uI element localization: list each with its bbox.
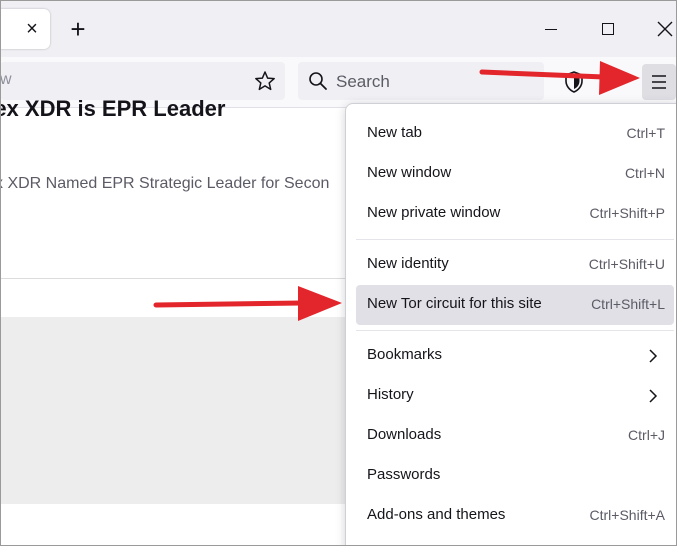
menu-item-label: New tab — [367, 124, 423, 141]
star-icon[interactable] — [254, 70, 276, 92]
menu-item-label: New identity — [367, 255, 449, 272]
menu-item-new-identity[interactable]: New identity Ctrl+Shift+U — [356, 245, 674, 285]
menu-item-history[interactable]: History — [356, 376, 674, 416]
active-tab[interactable]: × — [1, 9, 50, 49]
search-bar[interactable]: Search — [298, 62, 544, 100]
menu-item-new-tor-circuit[interactable]: New Tor circuit for this site Ctrl+Shift… — [356, 285, 674, 325]
url-bar[interactable]: w — [0, 62, 285, 100]
chevron-right-icon — [649, 389, 658, 403]
shield-icon[interactable] — [563, 70, 585, 94]
new-tab-button[interactable]: + — [65, 15, 91, 43]
menu-separator — [356, 330, 674, 331]
url-text: w — [0, 71, 12, 88]
menu-item-shortcut: Ctrl+J — [628, 427, 665, 443]
close-icon[interactable] — [651, 15, 676, 43]
menu-item-shortcut: Ctrl+N — [624, 165, 665, 181]
menu-item-label: New private window — [367, 204, 501, 221]
article-subtitle: x XDR Named EPR Strategic Leader for Sec… — [0, 175, 330, 192]
menu-item-shortcut: Ctrl+Shift+U — [588, 256, 665, 272]
search-icon — [309, 72, 327, 90]
menu-item-new-tab[interactable]: New tab Ctrl+T — [356, 114, 674, 154]
menu-item-bookmarks[interactable]: Bookmarks — [356, 336, 674, 376]
menu-item-label: History — [367, 386, 414, 403]
article-headline[interactable]: tex XDR is EPR Leader — [1, 96, 225, 122]
menu-item-label: Bookmarks — [367, 346, 443, 363]
menu-item-addons-themes[interactable]: Add-ons and themes Ctrl+Shift+A — [356, 496, 674, 536]
maximize-icon[interactable] — [594, 15, 622, 43]
menu-item-shortcut: Ctrl+T — [626, 125, 666, 141]
menu-item-shortcut: Ctrl+Shift+L — [591, 296, 665, 312]
menu-item-label: Add-ons and themes — [367, 506, 506, 523]
chevron-right-icon — [649, 349, 658, 363]
menu-item-label: New window — [367, 164, 452, 181]
hamburger-menu-icon[interactable] — [642, 64, 676, 100]
menu-item-shortcut: Ctrl+Shift+P — [589, 205, 665, 221]
minimize-icon[interactable] — [537, 15, 565, 43]
menu-item-label: Downloads — [367, 426, 442, 443]
browser-window: × + w Search tex XDR is EPR Leader x XDR… — [0, 0, 677, 546]
menu-item-label: New Tor circuit for this site — [367, 295, 542, 312]
menu-separator — [356, 239, 674, 240]
tab-close-icon[interactable]: × — [22, 18, 42, 40]
menu-item-passwords[interactable]: Passwords — [356, 456, 674, 496]
app-menu-panel: New tab Ctrl+T New window Ctrl+N New pri… — [345, 103, 676, 545]
menu-item-downloads[interactable]: Downloads Ctrl+J — [356, 416, 674, 456]
menu-item-new-window[interactable]: New window Ctrl+N — [356, 154, 674, 194]
menu-item-new-private-window[interactable]: New private window Ctrl+Shift+P — [356, 194, 674, 234]
tab-strip: × + — [1, 1, 676, 57]
search-placeholder: Search — [336, 72, 390, 91]
menu-item-label: Passwords — [367, 466, 441, 483]
menu-item-shortcut: Ctrl+Shift+A — [589, 507, 665, 523]
